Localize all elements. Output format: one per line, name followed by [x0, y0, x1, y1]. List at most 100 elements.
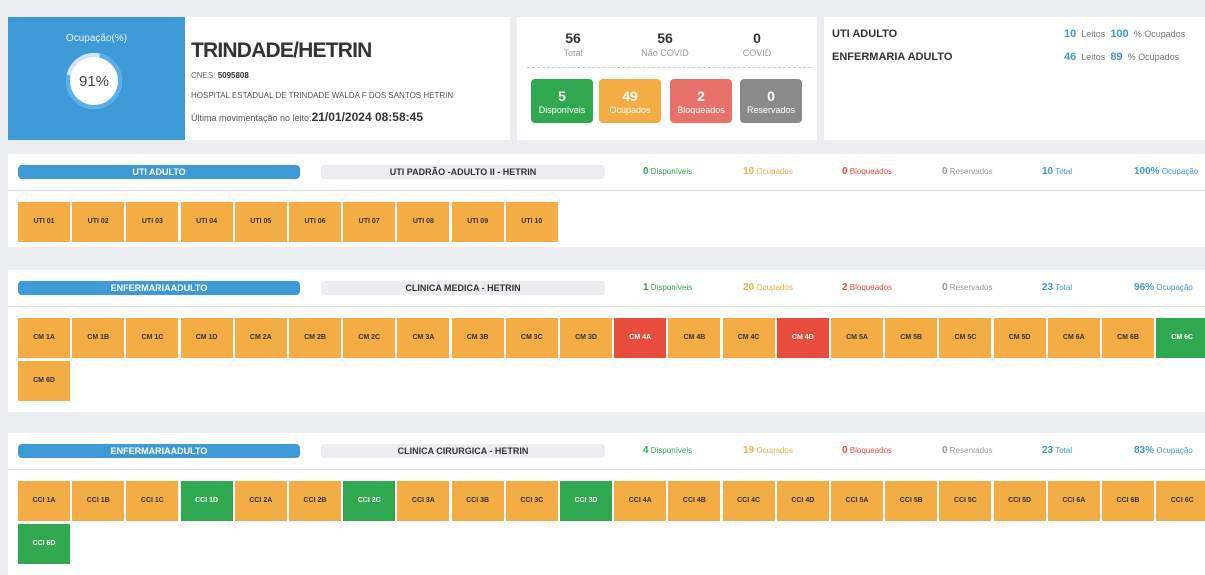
bed-tile[interactable]: UTI 07	[343, 202, 396, 242]
bed-tile[interactable]: CM 4C	[722, 318, 775, 358]
bed-tile[interactable]: CM 5A	[831, 318, 883, 358]
summary-uti-stats: 10 Leitos 100 % Ocupados	[1064, 28, 1185, 40]
bed-tile[interactable]: CCI 1C	[126, 481, 179, 521]
bed-tile[interactable]: UTI 08	[397, 202, 450, 242]
bed-tile[interactable]: CM 4D	[776, 318, 829, 358]
section-occupancy-value: 100%	[1134, 166, 1160, 177]
section-blocked-value: 0	[842, 445, 848, 456]
bed-tile[interactable]: UTI 01	[18, 202, 70, 242]
section-total-value: 10	[1042, 166, 1054, 177]
bed-tile[interactable]: CCI 2B	[289, 481, 341, 521]
section-available: 4 Disponíveis	[643, 444, 692, 458]
summary-enf-stats: 46 Leitos 89 % Ocupados	[1064, 51, 1179, 63]
section-occupancy-label: Ocupação	[1161, 167, 1199, 176]
available-pill[interactable]: 5 Disponíveis	[531, 79, 593, 123]
bed-tile[interactable]: CCI 1D	[180, 481, 233, 521]
stat-noncovid-label: Não COVID	[641, 48, 689, 58]
bed-tile[interactable]: CM 1D	[180, 318, 233, 358]
bed-tile[interactable]: CM 4B	[668, 318, 721, 358]
bed-tile[interactable]: CCI 3A	[397, 481, 450, 521]
section-total-label: Total	[1055, 283, 1073, 292]
bed-tile[interactable]: CCI 5B	[885, 481, 938, 521]
bed-tile[interactable]: CM 5B	[885, 318, 938, 358]
bed-tile[interactable]: CCI 5C	[939, 481, 992, 521]
bed-tile[interactable]: UTI 02	[72, 202, 125, 242]
section-reserved: 0 Reservados	[942, 165, 992, 179]
summary-uti-beds-label: Leitos	[1081, 29, 1106, 39]
section-total: 10 Total	[1042, 165, 1072, 179]
bed-tile[interactable]: CM 6D	[18, 361, 70, 401]
section-type-badge[interactable]: UTI ADULTO	[18, 165, 300, 179]
summary-uti-name: UTI ADULTO	[832, 28, 898, 40]
section-reserved-value: 0	[942, 445, 948, 456]
stat-total-label: Total	[563, 48, 583, 58]
bed-tile[interactable]: UTI 04	[180, 202, 233, 242]
bed-tile[interactable]: CCI 4A	[614, 481, 667, 521]
bed-tile[interactable]: UTI 10	[505, 202, 558, 242]
cnes-label: CNES:	[191, 71, 216, 80]
reserved-pill[interactable]: 0 Reservados	[740, 79, 802, 123]
section-occupied: 19 Ocupados	[743, 444, 793, 458]
bed-tile[interactable]: CM 3B	[451, 318, 504, 358]
summary-enf-beds-label: Leitos	[1081, 52, 1106, 62]
bed-tile[interactable]: CM 2A	[234, 318, 287, 358]
bed-tile[interactable]: CM 3A	[397, 318, 450, 358]
bed-tile[interactable]: CCI 6C	[1156, 481, 1205, 521]
summary-uti-beds: 10	[1064, 28, 1077, 40]
section-occupancy: 83% Ocupação	[1134, 444, 1193, 458]
blocked-label: Bloqueados	[677, 105, 725, 115]
section-occupied-value: 20	[743, 282, 755, 293]
bed-tile[interactable]: CCI 4B	[668, 481, 721, 521]
bed-tile[interactable]: CCI 2C	[343, 481, 396, 521]
bed-tile[interactable]: CM 1B	[72, 318, 125, 358]
bed-tile[interactable]: CCI 6B	[1102, 481, 1154, 521]
occupancy-value: 91%	[78, 72, 110, 90]
bed-tile[interactable]: CM 5D	[993, 318, 1046, 358]
unit-section: UTI ADULTO UTI PADRÃO -ADULTO II - HETRI…	[8, 154, 1205, 247]
bed-tile[interactable]: CM 3C	[505, 318, 558, 358]
bed-tile[interactable]: CM 6A	[1047, 318, 1100, 358]
occupancy-card: Ocupação(%) 91%	[8, 17, 185, 140]
bed-tile[interactable]: CM 1A	[18, 318, 70, 358]
bed-tile[interactable]: UTI 09	[451, 202, 504, 242]
bed-tile[interactable]: CCI 3B	[451, 481, 504, 521]
section-header: UTI ADULTO UTI PADRÃO -ADULTO II - HETRI…	[8, 154, 1205, 191]
bed-tile[interactable]: CM 1C	[126, 318, 179, 358]
section-blocked-label: Bloqueados	[849, 167, 893, 176]
bed-tile[interactable]: CCI 2A	[234, 481, 287, 521]
unit-section: ENFERMARIAADULTO CLINICA CIRURGICA - HET…	[8, 433, 1205, 575]
bed-tile[interactable]: CM 2C	[343, 318, 396, 358]
bed-tile[interactable]: CM 6B	[1102, 318, 1154, 358]
bed-tile[interactable]: CM 3D	[560, 318, 612, 358]
bed-tile[interactable]: CM 6C	[1156, 318, 1205, 358]
occupancy-title: Ocupação(%)	[65, 33, 128, 44]
section-blocked-value: 2	[842, 282, 848, 293]
hospital-name: TRINDADE/HETRIN	[191, 39, 372, 62]
bed-tile[interactable]: CCI 6A	[1047, 481, 1100, 521]
bed-tile[interactable]: UTI 03	[126, 202, 179, 242]
available-label: Disponíveis	[538, 105, 586, 115]
bed-tile[interactable]: CCI 1B	[72, 481, 125, 521]
occupied-pill[interactable]: 49 Ocupados	[599, 79, 661, 123]
stat-covid-value: 0	[753, 30, 761, 46]
bed-tile[interactable]: CCI 4C	[722, 481, 775, 521]
bed-tile[interactable]: CCI 3C	[505, 481, 558, 521]
section-available-value: 0	[643, 166, 649, 177]
bed-tile[interactable]: CCI 6D	[18, 524, 70, 564]
bed-tile[interactable]: CCI 3D	[560, 481, 612, 521]
section-available-label: Disponíveis	[650, 283, 693, 292]
bed-tile[interactable]: CM 4A	[614, 318, 667, 358]
bed-tile[interactable]: UTI 06	[289, 202, 341, 242]
bed-tile[interactable]: CCI 4D	[776, 481, 829, 521]
section-type-badge[interactable]: ENFERMARIAADULTO	[18, 444, 300, 458]
bed-tile[interactable]: CCI 1A	[18, 481, 70, 521]
bed-tile[interactable]: UTI 05	[234, 202, 287, 242]
section-available: 0 Disponíveis	[643, 165, 692, 179]
bed-tile[interactable]: CM 2B	[289, 318, 341, 358]
bed-tile[interactable]: CCI 5A	[831, 481, 883, 521]
last-movement-label: Última movimentação no leito:	[191, 113, 312, 123]
bed-tile[interactable]: CM 5C	[939, 318, 992, 358]
section-type-badge[interactable]: ENFERMARIAADULTO	[18, 281, 300, 295]
blocked-pill[interactable]: 2 Bloqueados	[670, 79, 732, 123]
bed-tile[interactable]: CCI 5D	[993, 481, 1046, 521]
